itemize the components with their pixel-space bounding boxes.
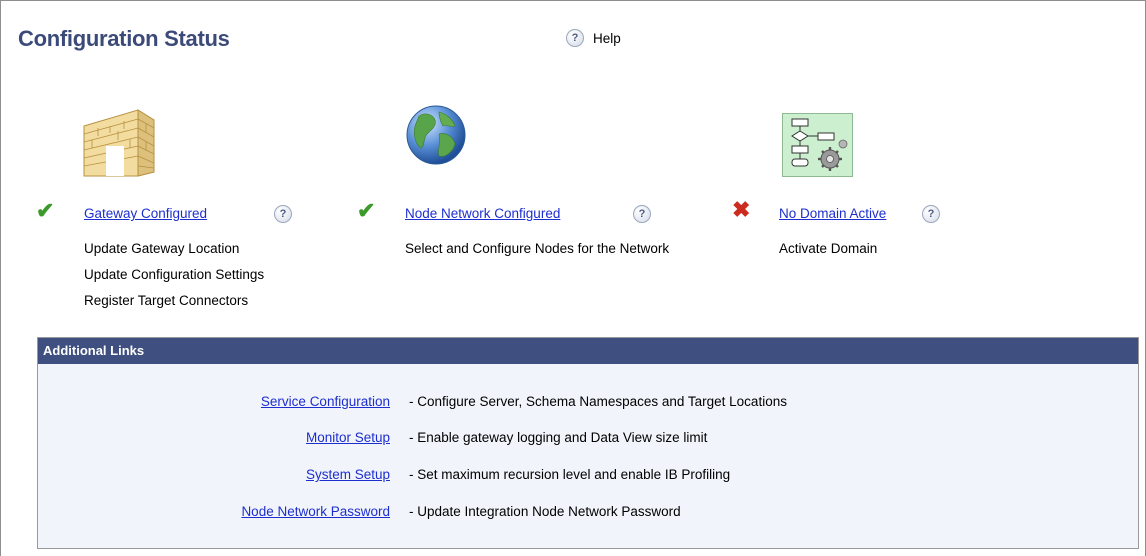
page-title: Configuration Status — [18, 26, 230, 51]
node-network-help-icon[interactable]: ? — [633, 205, 651, 223]
gateway-desc-line: Update Configuration Settings — [84, 267, 265, 282]
gateway-desc-line: Register Target Connectors — [84, 293, 249, 308]
flowchart-gear-icon — [782, 113, 853, 180]
firewall-gateway-icon — [80, 106, 160, 181]
domain-descriptions: Activate Domain — [779, 236, 877, 262]
node-network-password-link[interactable]: Node Network Password — [241, 504, 390, 519]
service-configuration-link[interactable]: Service Configuration — [261, 394, 390, 409]
help-label[interactable]: Help — [593, 31, 621, 46]
help-link[interactable]: ? Help — [566, 29, 621, 47]
status-ok-icon: ✔ — [36, 198, 55, 223]
node-network-password-desc: - Update Integration Node Network Passwo… — [409, 504, 681, 519]
status-error-icon: ✖ — [732, 197, 751, 222]
monitor-setup-desc: - Enable gateway logging and Data View s… — [409, 430, 708, 445]
monitor-setup-link[interactable]: Monitor Setup — [306, 430, 390, 445]
system-setup-desc: - Set maximum recursion level and enable… — [409, 467, 731, 482]
node-network-descriptions: Select and Configure Nodes for the Netwo… — [405, 236, 669, 262]
additional-links-panel: Additional Links Service Configuration -… — [37, 337, 1139, 549]
node-network-desc-line: Select and Configure Nodes for the Netwo… — [405, 241, 670, 256]
gateway-configured-link[interactable]: Gateway Configured — [84, 206, 207, 221]
no-domain-active-link[interactable]: No Domain Active — [779, 206, 886, 221]
status-ok-icon: ✔ — [357, 198, 376, 223]
node-network-configured-link[interactable]: Node Network Configured — [405, 206, 560, 221]
gateway-desc-line: Update Gateway Location — [84, 241, 240, 256]
help-icon[interactable]: ? — [566, 29, 584, 47]
domain-desc-line: Activate Domain — [779, 241, 878, 256]
globe-network-icon — [405, 104, 467, 169]
additional-links-header: Additional Links — [38, 338, 1138, 364]
gateway-help-icon[interactable]: ? — [274, 205, 292, 223]
service-configuration-desc: - Configure Server, Schema Namespaces an… — [409, 394, 787, 409]
domain-help-icon[interactable]: ? — [922, 205, 940, 223]
gateway-descriptions: Update Gateway Location Update Configura… — [84, 236, 264, 314]
system-setup-link[interactable]: System Setup — [306, 467, 390, 482]
